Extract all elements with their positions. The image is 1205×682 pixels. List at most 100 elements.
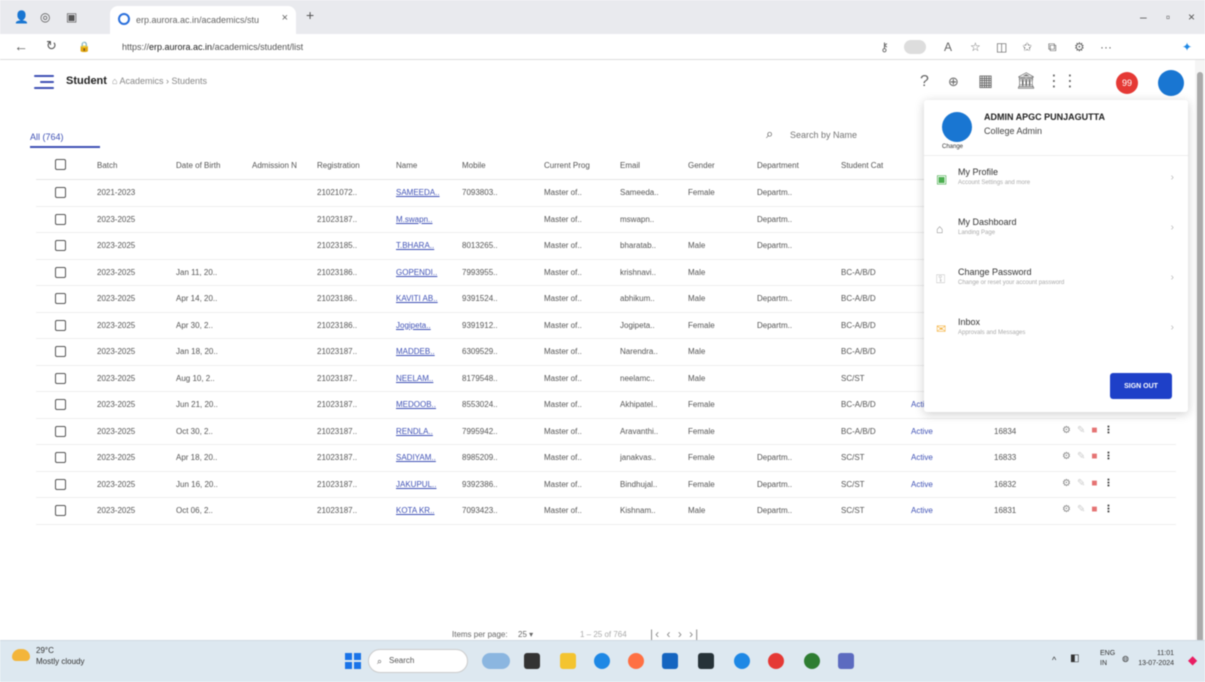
search-icon[interactable]: ⌕ [766, 126, 773, 142]
close-window-icon[interactable]: × [1188, 10, 1195, 24]
read-aloud-icon[interactable]: A [944, 40, 952, 54]
weather-widget[interactable]: 29°C Mostly cloudy [36, 645, 84, 667]
tab-all[interactable]: All (764) [30, 132, 64, 142]
extensions-icon[interactable]: ⚙ [1074, 40, 1085, 54]
user-avatar[interactable] [1158, 70, 1184, 96]
edit-icon[interactable]: ✎ [1077, 451, 1091, 462]
first-page-icon[interactable]: |‹ [650, 627, 661, 641]
cell-name[interactable]: NEELAM.. [396, 374, 456, 383]
maximize-icon[interactable]: ▫ [1166, 10, 1170, 24]
cell-name[interactable]: M.swapn.. [396, 215, 456, 224]
row-checkbox[interactable] [55, 213, 66, 225]
table-row[interactable]: 2023-2025 Apr 18, 20.. 21023187.. SADIYAM..… [36, 445, 1176, 472]
view-icon[interactable]: ⚙ [1062, 425, 1077, 436]
menu-item-inbox[interactable]: ✉ Inbox Approvals and Messages › [924, 308, 1188, 356]
edit-icon[interactable]: ✎ [1077, 425, 1091, 436]
new-tab-icon[interactable]: + [306, 7, 314, 23]
view-icon[interactable]: ⚙ [1062, 451, 1077, 462]
row-checkbox[interactable] [55, 452, 66, 463]
cell-name[interactable]: MADDEB.. [396, 347, 456, 356]
cell-name[interactable]: Jogipeta.. [396, 321, 456, 330]
column-header[interactable]: Name [396, 161, 456, 170]
dropdown-avatar[interactable] [942, 112, 972, 142]
refresh-icon[interactable]: ↻ [46, 39, 57, 53]
cell-name[interactable]: SADIYAM.. [396, 453, 456, 462]
tab-actions-icon[interactable]: ▣ [66, 10, 77, 24]
apps-grid-icon[interactable]: ⋮⋮ [1046, 72, 1078, 92]
column-header[interactable]: Registration [317, 161, 389, 170]
scrollbar-thumb[interactable] [1197, 72, 1203, 642]
whatsapp-icon[interactable] [804, 653, 820, 669]
row-checkbox[interactable] [55, 187, 66, 198]
cell-name[interactable]: KAVITI AB.. [396, 294, 456, 303]
row-checkbox[interactable] [55, 425, 66, 437]
table-row[interactable]: 2023-2025 Jun 16, 20.. 21023187.. JAKUPUL..… [36, 472, 1176, 498]
favorites-icon[interactable]: ✩ [1022, 40, 1032, 54]
translate-icon[interactable]: ⊕ [948, 72, 959, 92]
column-header[interactable]: Date of Birth [176, 161, 244, 170]
more-vert-icon[interactable]: ⋮ [1103, 425, 1119, 436]
tray-app-icon[interactable]: ◧ [1070, 653, 1079, 664]
row-checkbox[interactable] [55, 266, 66, 278]
edge-icon[interactable] [594, 653, 610, 669]
app-icon[interactable] [734, 653, 750, 669]
favorite-star-icon[interactable]: ☆ [970, 40, 981, 54]
minimize-icon[interactable]: – [1140, 10, 1147, 24]
profile-icon[interactable]: 👤 [14, 10, 29, 24]
copilot-icon[interactable]: ✦ [1182, 40, 1192, 54]
column-header[interactable]: Current Prog [544, 161, 614, 170]
cell-name[interactable]: SAMEEDA.. [396, 188, 456, 197]
lock-icon[interactable]: 🔒 [78, 41, 90, 55]
app-icon[interactable] [838, 653, 854, 669]
delete-icon[interactable]: ■ [1091, 478, 1103, 489]
row-checkbox[interactable] [55, 293, 66, 304]
weather-icon[interactable] [12, 649, 30, 661]
column-header[interactable]: Email [620, 161, 682, 170]
workspaces-icon[interactable]: ◎ [40, 10, 50, 24]
edit-icon[interactable]: ✎ [1077, 504, 1091, 515]
row-checkbox[interactable] [55, 319, 66, 331]
column-header[interactable]: Student Cat [841, 161, 905, 170]
more-vert-icon[interactable]: ⋮ [1103, 504, 1119, 515]
row-checkbox[interactable] [55, 505, 66, 516]
network-icon[interactable]: ◍ [1122, 654, 1129, 663]
institution-icon[interactable]: 🏛 [1016, 72, 1036, 92]
back-icon[interactable]: ← [14, 39, 28, 53]
view-icon[interactable]: ⚙ [1062, 478, 1077, 489]
delete-icon[interactable]: ■ [1091, 425, 1103, 436]
language-indicator[interactable]: ENG IN [1100, 649, 1115, 669]
menu-item-my-profile[interactable]: ▣ My Profile Account Settings and more › [924, 158, 1188, 206]
search-input[interactable] [790, 124, 910, 146]
cell-name[interactable]: T.BHARA.. [396, 241, 456, 250]
home-icon[interactable]: ⌂ [112, 76, 117, 86]
more-vert-icon[interactable]: ⋮ [1103, 478, 1119, 489]
taskbar-search[interactable]: ⌕ Search [368, 649, 468, 673]
delete-icon[interactable]: ■ [1091, 504, 1103, 515]
row-checkbox[interactable] [55, 372, 66, 384]
widget-app-icon[interactable] [482, 653, 510, 669]
row-checkbox[interactable] [55, 346, 66, 357]
row-checkbox[interactable] [55, 478, 66, 490]
cell-name[interactable]: KOTA KR.. [396, 506, 456, 515]
next-page-icon[interactable]: › [678, 627, 684, 641]
sign-out-button[interactable]: SIGN OUT [1110, 373, 1172, 399]
row-checkbox[interactable] [55, 240, 66, 251]
collections-icon[interactable]: ⧉ [1048, 40, 1057, 54]
cell-name[interactable]: MEDOOB.. [396, 400, 456, 409]
menu-item-change-password[interactable]: ⚿ Change Password Change or reset your a… [924, 258, 1188, 306]
more-menu-icon[interactable]: ··· [1100, 40, 1112, 54]
page-scrollbar[interactable] [1195, 60, 1205, 670]
browser-tab[interactable]: erp.aurora.ac.in/academics/stu × [110, 6, 296, 34]
tracking-icon[interactable] [904, 40, 926, 54]
column-header[interactable]: Department [757, 161, 835, 170]
cell-name[interactable]: GOPENDI.. [396, 268, 456, 277]
start-button[interactable] [345, 653, 361, 669]
menu-item-my-dashboard[interactable]: ⌂ My Dashboard Landing Page › [924, 208, 1188, 256]
calendar-icon[interactable]: ▦ [978, 72, 993, 92]
chrome-icon[interactable] [768, 653, 784, 669]
view-icon[interactable]: ⚙ [1062, 504, 1077, 515]
file-explorer-icon[interactable] [560, 653, 576, 669]
prev-page-icon[interactable]: ‹ [666, 627, 672, 641]
clock[interactable]: 11:01 13-07-2024 [1130, 649, 1174, 669]
notification-icon[interactable]: ◆ [1188, 653, 1197, 667]
